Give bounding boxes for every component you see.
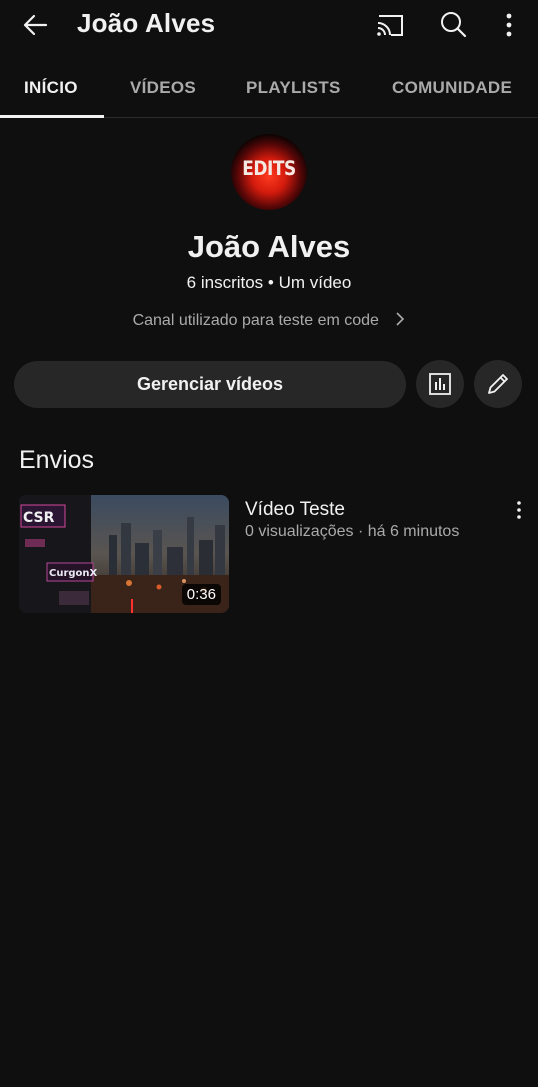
tab-playlists[interactable]: PLAYLISTS — [246, 78, 341, 98]
channel-description[interactable]: Canal utilizado para teste em code — [133, 312, 379, 329]
video-list-item[interactable]: CSR CurgonX 0:36 Vídeo Teste 0 visualiza… — [19, 495, 529, 613]
video-thumbnail[interactable]: CSR CurgonX 0:36 — [19, 495, 229, 613]
cast-icon[interactable] — [374, 10, 406, 40]
thumb-sign-1: CSR — [23, 510, 55, 526]
manage-videos-button[interactable]: Gerenciar vídeos — [14, 361, 406, 408]
search-icon[interactable] — [438, 9, 470, 41]
tab-videos[interactable]: VÍDEOS — [130, 78, 196, 98]
active-tab-indicator — [0, 115, 104, 118]
video-duration: 0:36 — [181, 584, 221, 605]
more-vertical-icon[interactable] — [497, 9, 521, 41]
chevron-right-icon — [396, 312, 405, 326]
pencil-icon — [488, 374, 508, 394]
channel-name: João Alves — [187, 229, 351, 264]
channel-description-row[interactable]: Canal utilizado para teste em code — [0, 312, 538, 330]
tab-comunidade[interactable]: COMUNIDADE — [392, 78, 512, 98]
tab-inicio[interactable]: INÍCIO — [24, 78, 78, 98]
more-vertical-icon[interactable] — [511, 499, 527, 521]
app-bar: João Alves — [0, 0, 538, 52]
edit-channel-button[interactable] — [474, 360, 522, 408]
analytics-icon — [429, 373, 451, 395]
channel-stats: 6 inscritos • Um vídeo — [186, 273, 352, 292]
thumb-sign-2: CurgonX — [49, 568, 98, 579]
uploads-section-title: Envios — [19, 446, 95, 474]
analytics-button[interactable] — [416, 360, 464, 408]
video-meta: 0 visualizações · há 6 minutos — [245, 523, 460, 540]
video-title[interactable]: Vídeo Teste — [245, 499, 345, 521]
channel-tabs: INÍCIO VÍDEOS PLAYLISTS COMUNIDADE — [0, 60, 538, 118]
avatar-text: EDITS — [242, 157, 296, 181]
channel-avatar[interactable]: EDITS — [231, 134, 307, 210]
arrow-left-icon[interactable] — [20, 10, 50, 40]
page-title: João Alves — [77, 8, 216, 38]
